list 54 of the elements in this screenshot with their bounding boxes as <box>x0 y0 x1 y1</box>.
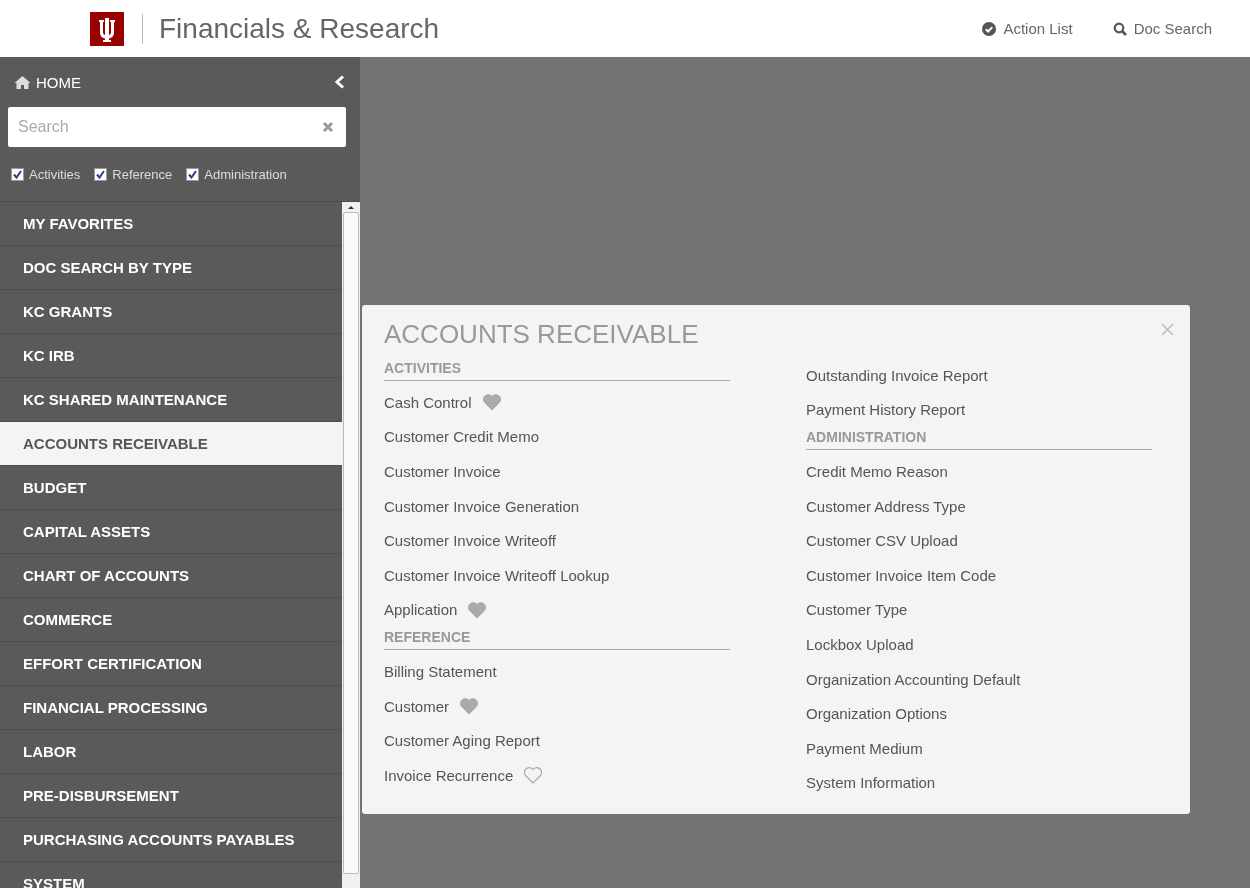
doc-search-link[interactable]: Doc Search <box>1112 20 1212 37</box>
collapse-icon[interactable] <box>334 75 346 89</box>
check-icon <box>96 169 106 179</box>
menu-link[interactable]: Customer Invoice Item Code <box>806 566 997 584</box>
section-heading: ACTIVITIES <box>384 360 730 381</box>
menu-link[interactable]: Customer Aging Report <box>384 732 540 750</box>
heart-icon[interactable] <box>481 393 502 412</box>
home-link[interactable]: HOME <box>14 73 81 91</box>
filter-label[interactable]: Administration <box>204 166 287 182</box>
menu-link[interactable]: Customer Invoice Writeoff Lookup <box>384 566 610 584</box>
menu-link[interactable]: Invoice Recurrence <box>384 766 514 784</box>
checkbox[interactable] <box>11 167 24 181</box>
filter-label[interactable]: Activities <box>29 166 81 182</box>
menu-link[interactable]: Cash Control <box>384 393 472 411</box>
menu-item[interactable]: ACCOUNTS RECEIVABLE <box>0 422 342 466</box>
checkbox[interactable] <box>186 167 200 181</box>
scrollbar[interactable] <box>342 202 360 888</box>
menu-link[interactable]: Customer Type <box>806 601 908 619</box>
menu-link[interactable]: Customer Invoice Generation <box>384 497 580 515</box>
clear-icon[interactable] <box>322 121 334 133</box>
menu-link[interactable]: Customer CSV Upload <box>806 532 958 550</box>
section-heading: ADMINISTRATION <box>806 429 1152 451</box>
filter-label[interactable]: Reference <box>112 166 173 182</box>
menu-link[interactable]: Customer Invoice Writeoff <box>384 532 556 550</box>
panel-title: ACCOUNTS RECEIVABLE <box>384 319 699 350</box>
check-icon <box>13 169 22 179</box>
heart-icon[interactable] <box>459 697 480 716</box>
search-field[interactable]: Search <box>8 107 346 147</box>
menu-link[interactable]: Customer Credit Memo <box>384 428 540 446</box>
close-icon[interactable] <box>1161 323 1174 336</box>
menu-link[interactable]: Payment Medium <box>806 739 923 757</box>
checkbox[interactable] <box>94 167 108 181</box>
app-title: Financials & Research <box>159 12 440 45</box>
menu-link[interactable]: Customer Address Type <box>806 497 966 515</box>
home-icon <box>14 75 31 89</box>
check-icon <box>188 169 198 179</box>
section-heading: REFERENCE <box>384 629 730 651</box>
menu-link[interactable]: Payment History Report <box>806 401 966 419</box>
check-circle-icon <box>982 21 997 36</box>
menu-link[interactable]: Customer <box>384 697 450 715</box>
menu-link[interactable]: Organization Options <box>806 705 947 723</box>
heart-icon[interactable] <box>467 600 488 619</box>
menu-link[interactable]: Lockbox Upload <box>806 635 914 653</box>
action-list-link[interactable]: Action List <box>982 20 1073 37</box>
menu-link[interactable]: System Information <box>806 774 936 792</box>
menu-link[interactable]: Customer Invoice <box>384 463 501 480</box>
menu-link[interactable]: Application <box>384 601 458 619</box>
heart-icon[interactable] <box>523 766 544 785</box>
menu-link[interactable]: Credit Memo Reason <box>806 463 948 480</box>
search-icon <box>1112 21 1127 36</box>
menu-link[interactable]: Organization Accounting Default <box>806 670 1021 688</box>
logo-icon <box>90 11 124 46</box>
menu-link[interactable]: Outstanding Invoice Report <box>806 366 988 384</box>
menu-link[interactable]: Billing Statement <box>384 662 497 680</box>
